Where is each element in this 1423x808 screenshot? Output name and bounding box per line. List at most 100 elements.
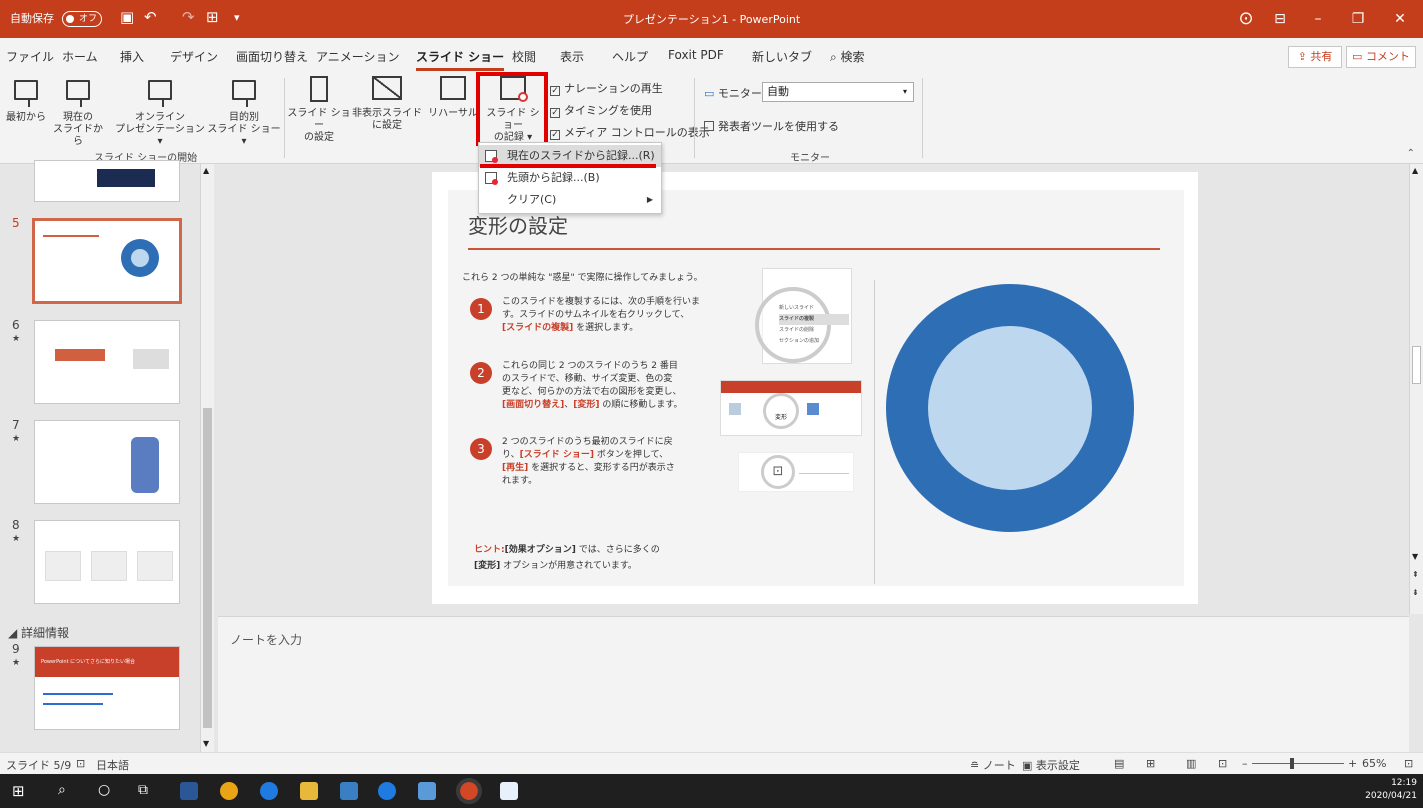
- tab-file[interactable]: ファイル: [6, 48, 54, 65]
- next-slide-icon[interactable]: ⇟: [1412, 588, 1419, 597]
- close-icon[interactable]: ✕: [1378, 5, 1422, 33]
- use-timings-checkbox[interactable]: ✓ タイミングを使用: [550, 102, 652, 118]
- step-1-line-b: す。スライドのサムネイルを右クリックして、: [502, 310, 690, 320]
- scrollbar-thumb[interactable]: [1412, 346, 1421, 384]
- app-icon[interactable]: [180, 782, 198, 800]
- display-settings-button[interactable]: ▣ 表示設定: [1022, 757, 1080, 773]
- slide-hint[interactable]: ヒント:[効果オプション] では、さらに多くの [変形] オプションが用意されて…: [474, 542, 660, 574]
- restore-icon[interactable]: ❐: [1336, 5, 1380, 33]
- record-from-current-label: 現在のスライドから記録...(R): [507, 149, 655, 162]
- setup-slide-show-button[interactable]: スライド ショー の設定: [286, 76, 352, 144]
- step-3[interactable]: 3 2 つのスライドのうち最初のスライドに戻 り、[スライド ショー] ボタンを…: [470, 436, 720, 488]
- scroll-up-icon[interactable]: ▲: [1412, 166, 1418, 175]
- search-icon[interactable]: ⌕: [58, 782, 66, 798]
- window-title: プレゼンテーション1 - PowerPoint: [622, 13, 801, 26]
- comment-button[interactable]: ▭ コメント: [1346, 46, 1416, 68]
- play-narrations-checkbox[interactable]: ✓ ナレーションの再生: [550, 80, 663, 96]
- slide-thumbnail-5[interactable]: [32, 218, 182, 304]
- collapse-ribbon-icon[interactable]: ⌃: [1407, 148, 1415, 159]
- scroll-down-icon[interactable]: ▼: [203, 739, 209, 748]
- zoom-slider[interactable]: [1252, 763, 1344, 764]
- tab-insert[interactable]: 挿入: [120, 48, 144, 65]
- slide-thumbnail-9[interactable]: PowerPoint についてさらに知りたい場合: [34, 646, 180, 730]
- inner-circle[interactable]: [928, 326, 1092, 490]
- app-icon[interactable]: [418, 782, 436, 800]
- zoom-slider-thumb[interactable]: [1290, 758, 1294, 769]
- ie-icon[interactable]: [260, 782, 278, 800]
- donut-shape[interactable]: [884, 282, 1136, 534]
- title-underline: [468, 248, 1160, 250]
- tab-foxit-pdf[interactable]: Foxit PDF: [668, 48, 724, 62]
- slide-thumbnail-6[interactable]: [34, 320, 180, 404]
- slide-thumbnail-7[interactable]: [34, 420, 180, 504]
- notes-label: ノート: [982, 759, 1016, 772]
- hide-slide-icon: [372, 76, 402, 100]
- from-beginning-button[interactable]: 最初から: [4, 76, 48, 124]
- share-button[interactable]: ⇪ 共有: [1288, 46, 1342, 68]
- show-media-controls-checkbox[interactable]: ✓ メディア コントロールの表示: [550, 124, 710, 140]
- custom-slide-show-button[interactable]: 目的別 スライド ショー ▾: [206, 76, 282, 148]
- clear-menu-item[interactable]: クリア(C) ▶: [479, 189, 661, 211]
- normal-view-icon[interactable]: ▤: [1114, 757, 1124, 770]
- slide-thumbnail-4[interactable]: [34, 160, 180, 202]
- search-box[interactable]: ⌕ 検索: [830, 48, 865, 65]
- tab-animations[interactable]: アニメーション: [316, 48, 400, 65]
- notes-pane[interactable]: ノートを入力: [218, 616, 1409, 752]
- section-header[interactable]: ◢ 詳細情報: [8, 624, 69, 641]
- star-icon: ★: [12, 534, 21, 544]
- notes-icon: ≘: [970, 759, 983, 772]
- step-2[interactable]: 2 これらの同じ 2 つのスライドのうち 2 番目 のスライドで、移動、サイズ変…: [470, 360, 720, 412]
- slide-number-6: 6: [12, 318, 20, 332]
- menu-item-annotation-underline: [480, 164, 656, 168]
- star-icon: ★: [12, 434, 21, 444]
- rehearse-timings-button[interactable]: リハーサル: [424, 76, 482, 120]
- thumbnail-scrollbar[interactable]: ▲ ▼: [200, 164, 214, 752]
- group-monitors: モニター: [790, 153, 830, 164]
- slide-sorter-icon[interactable]: ⊞: [1146, 757, 1155, 770]
- scrollbar-thumb[interactable]: [203, 408, 212, 728]
- tab-help[interactable]: ヘルプ: [612, 48, 648, 65]
- windows-start-icon[interactable]: ⊞: [12, 782, 25, 800]
- chrome-icon[interactable]: [220, 782, 238, 800]
- app-icon[interactable]: [500, 782, 518, 800]
- from-current-slide-button[interactable]: 現在の スライドから: [50, 76, 106, 148]
- slide-canvas[interactable]: 変形の設定 これら 2 つの単純な "惑星" で実際に操作してみましょう。 1 …: [432, 172, 1198, 604]
- slideshow-view-icon[interactable]: ⊡: [1218, 757, 1227, 770]
- zoom-out-icon[interactable]: –: [1242, 757, 1248, 770]
- language-indicator[interactable]: 日本語: [96, 757, 129, 773]
- presenter-view-checkbox[interactable]: 発表者ツールを使用する: [704, 118, 839, 134]
- zoom-in-icon[interactable]: +: [1348, 757, 1357, 770]
- task-view-icon[interactable]: ⧉: [138, 782, 148, 798]
- present-online-button[interactable]: オンライン プレゼンテーション ▾: [112, 76, 208, 148]
- tab-new-tab[interactable]: 新しいタブ: [752, 48, 812, 65]
- accessibility-icon[interactable]: ⊡: [76, 757, 85, 770]
- hide-slide-button[interactable]: 非表示スライド に設定: [352, 76, 422, 132]
- reading-view-icon[interactable]: ▥: [1186, 757, 1196, 770]
- slide-intro[interactable]: これら 2 つの単純な "惑星" で実際に操作してみましょう。: [462, 270, 703, 283]
- scroll-down-icon[interactable]: ▼: [1412, 552, 1418, 561]
- slide-title[interactable]: 変形の設定: [468, 210, 568, 239]
- tab-review[interactable]: 校閲: [512, 48, 536, 65]
- tab-transitions[interactable]: 画面切り替え: [236, 48, 308, 65]
- fit-to-window-icon[interactable]: ⊡: [1404, 757, 1413, 770]
- cortana-icon[interactable]: ○: [98, 782, 110, 798]
- editor-scrollbar[interactable]: ▲ ▼ ⇞ ⇟: [1409, 164, 1423, 614]
- previous-slide-icon[interactable]: ⇞: [1412, 570, 1419, 579]
- minimize-icon[interactable]: –: [1296, 5, 1340, 33]
- edge-icon[interactable]: [378, 782, 396, 800]
- step-1[interactable]: 1 このスライドを複製するには、次の手順を行いま す。スライドのサムネイルを右ク…: [470, 296, 720, 335]
- zoom-level[interactable]: 65%: [1362, 757, 1386, 770]
- tab-view[interactable]: 表示: [560, 48, 584, 65]
- scroll-up-icon[interactable]: ▲: [203, 166, 209, 175]
- powerpoint-icon[interactable]: [456, 778, 482, 804]
- system-clock[interactable]: 12:19 2020/04/21: [1365, 777, 1417, 803]
- monitor-select[interactable]: 自動 ▾: [762, 82, 914, 102]
- notes-button[interactable]: ≘ ノート: [970, 757, 1016, 773]
- store-icon[interactable]: [340, 782, 358, 800]
- file-explorer-icon[interactable]: [300, 782, 318, 800]
- tab-design[interactable]: デザイン: [170, 48, 218, 65]
- slide-thumbnail-8[interactable]: [34, 520, 180, 604]
- record-from-beginning-menu-item[interactable]: 先頭から記録...(B): [479, 167, 661, 189]
- tab-home[interactable]: ホーム: [62, 48, 98, 65]
- tab-slide-show[interactable]: スライド ショー: [416, 48, 505, 71]
